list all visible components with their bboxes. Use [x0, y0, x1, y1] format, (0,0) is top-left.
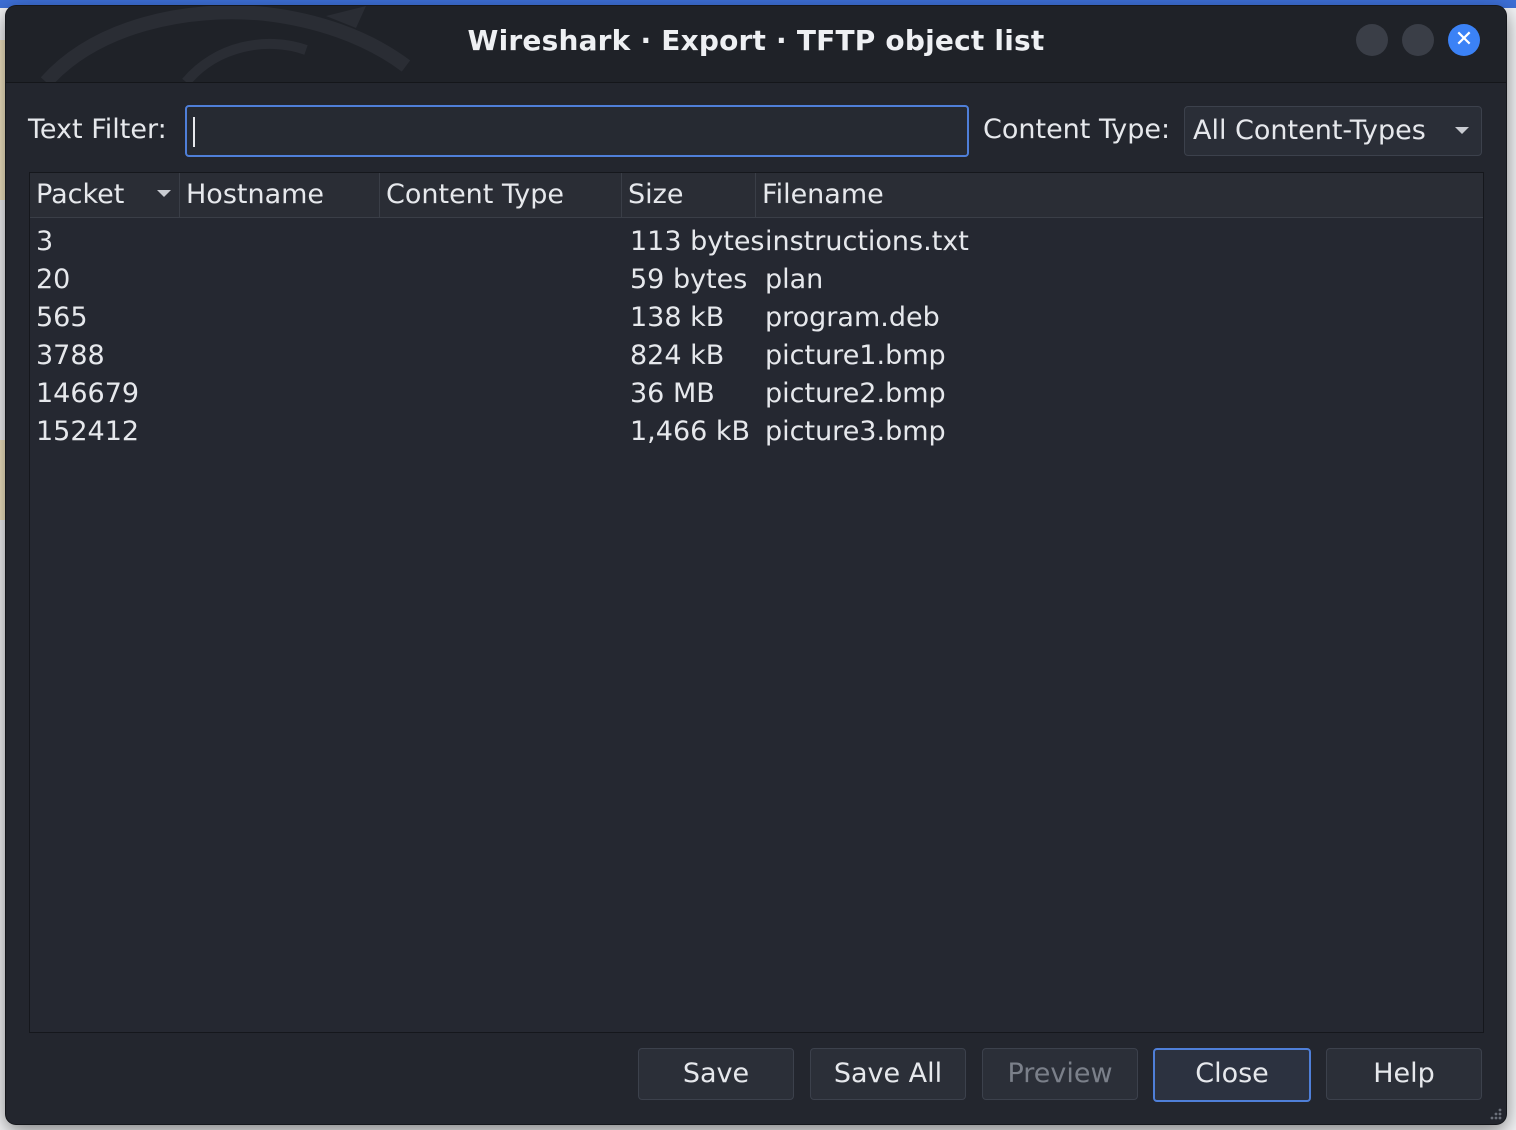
title-bar[interactable]: Wireshark · Export · TFTP object list ✕ [6, 6, 1506, 83]
window-title: Wireshark · Export · TFTP object list [467, 24, 1045, 57]
object-list-table[interactable]: Packet Hostname Content Type Size Filena… [29, 172, 1484, 1033]
column-header-content-type[interactable]: Content Type [380, 173, 622, 217]
close-icon: ✕ [1454, 27, 1474, 52]
help-button[interactable]: Help [1326, 1048, 1482, 1100]
table-body: 3 113 bytes instructions.txt 20 59 bytes… [30, 223, 1483, 451]
cell-filename: instructions.txt [765, 226, 969, 257]
cell-size: 113 bytes [630, 226, 765, 257]
cell-packet: 3788 [36, 340, 105, 371]
export-dialog: Wireshark · Export · TFTP object list ✕ … [6, 6, 1506, 1124]
cell-packet: 146679 [36, 378, 140, 409]
text-filter-label: Text Filter: [28, 114, 167, 145]
table-row[interactable]: 3 113 bytes instructions.txt [30, 223, 1483, 261]
cell-size: 138 kB [630, 302, 725, 333]
content-type-select[interactable]: All Content-Types [1184, 106, 1482, 156]
minimize-button[interactable] [1356, 24, 1388, 56]
table-row[interactable]: 565 138 kB program.deb [30, 299, 1483, 337]
text-filter-input[interactable] [185, 105, 969, 157]
preview-button: Preview [982, 1048, 1138, 1100]
cell-filename: picture3.bmp [765, 416, 946, 447]
table-row[interactable]: 152412 1,466 kB picture3.bmp [30, 413, 1483, 451]
text-caret [193, 117, 195, 147]
cell-size: 824 kB [630, 340, 725, 371]
cell-filename: plan [765, 264, 824, 295]
column-header-size[interactable]: Size [622, 173, 756, 217]
content-type-selected-value: All Content-Types [1193, 115, 1426, 146]
column-header-filename[interactable]: Filename [756, 173, 1483, 217]
close-button[interactable]: Close [1153, 1048, 1311, 1102]
maximize-button[interactable] [1402, 24, 1434, 56]
table-header: Packet Hostname Content Type Size Filena… [30, 173, 1483, 218]
column-header-packet[interactable]: Packet [30, 173, 180, 217]
save-all-button[interactable]: Save All [810, 1048, 966, 1100]
resize-grip-icon[interactable] [1486, 1104, 1502, 1120]
cell-size: 1,466 kB [630, 416, 751, 447]
table-row[interactable]: 146679 36 MB picture2.bmp [30, 375, 1483, 413]
content-type-label: Content Type: [983, 114, 1171, 145]
cell-packet: 3 [36, 226, 54, 257]
cell-filename: program.deb [765, 302, 940, 333]
cell-packet: 565 [36, 302, 88, 333]
table-row[interactable]: 20 59 bytes plan [30, 261, 1483, 299]
cell-filename: picture1.bmp [765, 340, 946, 371]
cell-size: 36 MB [630, 378, 715, 409]
cell-packet: 152412 [36, 416, 140, 447]
table-row[interactable]: 3788 824 kB picture1.bmp [30, 337, 1483, 375]
chevron-down-icon [1455, 127, 1469, 134]
cell-size: 59 bytes [630, 264, 748, 295]
cell-filename: picture2.bmp [765, 378, 946, 409]
save-button[interactable]: Save [638, 1048, 794, 1100]
column-header-hostname[interactable]: Hostname [180, 173, 380, 217]
cell-packet: 20 [36, 264, 71, 295]
sort-desc-icon [157, 190, 171, 197]
window-close-button[interactable]: ✕ [1448, 24, 1480, 56]
